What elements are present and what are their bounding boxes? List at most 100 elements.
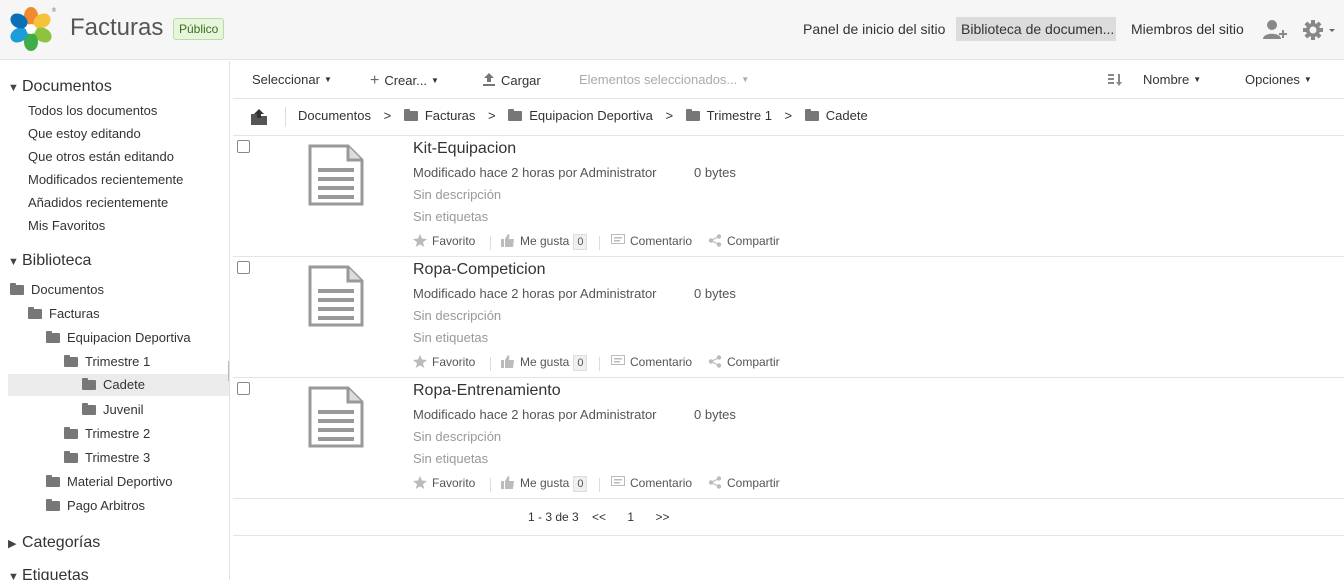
row-checkbox[interactable] [237, 140, 250, 153]
star-icon [413, 234, 427, 247]
previous-page-link[interactable]: << [592, 510, 606, 524]
document-modified: Modificado hace 2 horas por Administrato… [413, 286, 657, 301]
like-button[interactable]: Me gusta 0 [501, 355, 588, 371]
tree-node-facturas[interactable]: Facturas [28, 303, 100, 325]
tree-node-pago-arbitros[interactable]: Pago Arbitros [46, 495, 145, 517]
like-button[interactable]: Me gusta 0 [501, 234, 588, 250]
like-count: 0 [573, 234, 588, 250]
share-button[interactable]: Compartir [708, 476, 780, 490]
row-checkbox[interactable] [237, 261, 250, 274]
document-name-link[interactable]: Ropa-Entrenamiento [413, 382, 561, 400]
nav-document-library[interactable]: Biblioteca de documen... [956, 17, 1116, 41]
star-icon [413, 355, 427, 368]
filter-recently-added[interactable]: Añadidos recientemente [28, 195, 168, 210]
tree-node-trimestre-2[interactable]: Trimestre 2 [64, 423, 150, 445]
folder-icon [82, 403, 96, 415]
document-thumbnail-icon[interactable] [308, 144, 364, 206]
action-divider [599, 478, 600, 492]
selected-items-menu[interactable]: Elementos seleccionados... ▼ [579, 72, 749, 87]
breadcrumb-item-cadete[interactable]: Cadete [804, 108, 868, 123]
like-count: 0 [573, 355, 588, 371]
comment-button[interactable]: Comentario [611, 476, 692, 490]
breadcrumb-path: Documentos > Facturas > Equipacion Depor… [298, 108, 868, 123]
breadcrumb-item-facturas[interactable]: Facturas [403, 108, 475, 123]
comment-label: Comentario [630, 355, 693, 369]
tree-node-label: Juvenil [103, 402, 144, 417]
tree-node-trimestre-1[interactable]: Trimestre 1 [64, 351, 150, 373]
filter-editing-others[interactable]: Que otros están editando [28, 149, 174, 164]
document-thumbnail-icon[interactable] [308, 265, 364, 327]
document-size: 0 bytes [694, 165, 736, 180]
favorite-button[interactable]: Favorito [413, 355, 475, 369]
caret-down-icon: ▼ [1193, 75, 1202, 84]
document-description: Sin descripción [413, 429, 502, 444]
breadcrumb-item-documentos[interactable]: Documentos [298, 108, 371, 123]
comment-icon [611, 234, 625, 244]
tree-node-juvenil[interactable]: Juvenil [82, 399, 143, 421]
tree-node-cadete[interactable]: Cadete [8, 374, 229, 396]
row-checkbox[interactable] [237, 382, 250, 395]
options-menu[interactable]: Opciones ▼ [1245, 72, 1312, 87]
document-name-link[interactable]: Kit-Equipacion [413, 140, 516, 158]
breadcrumb-separator: > [665, 108, 674, 123]
breadcrumb-item-equipacion-deportiva[interactable]: Equipacion Deportiva [508, 108, 653, 123]
categories-section-toggle[interactable]: ▶ Categorías [8, 534, 100, 552]
tags-section-toggle[interactable]: ▼ Etiquetas [8, 567, 89, 580]
nav-site-dashboard[interactable]: Panel de inicio del sitio [803, 17, 945, 41]
filter-recently-modified[interactable]: Modificados recientemente [28, 172, 183, 187]
tree-node-label: Cadete [103, 377, 145, 392]
tree-node-documentos[interactable]: Documentos [10, 279, 104, 301]
document-tags: Sin etiquetas [413, 451, 489, 466]
share-label: Compartir [727, 476, 780, 490]
favorite-label: Favorito [432, 476, 476, 490]
library-section-toggle[interactable]: ▼ Biblioteca [8, 252, 91, 270]
filter-editing-me[interactable]: Que estoy editando [28, 126, 141, 141]
page-number-current[interactable]: 1 [627, 510, 634, 524]
tree-node-label: Trimestre 1 [85, 354, 151, 369]
select-menu[interactable]: Seleccionar ▼ [252, 72, 332, 87]
list-bottom-divider [233, 535, 1344, 536]
favorite-button[interactable]: Favorito [413, 234, 475, 248]
favorite-button[interactable]: Favorito [413, 476, 475, 490]
comment-icon [611, 355, 625, 365]
folder-up-icon[interactable] [250, 108, 268, 126]
breadcrumb-label: Cadete [825, 108, 868, 123]
favorite-label: Favorito [432, 355, 476, 369]
upload-label: Cargar [501, 73, 541, 88]
tree-node-label: Trimestre 3 [85, 450, 151, 465]
share-button[interactable]: Compartir [708, 355, 780, 369]
user-add-icon[interactable] [1262, 18, 1288, 42]
comment-button[interactable]: Comentario [611, 355, 692, 369]
breadcrumb-separator: > [383, 108, 392, 123]
breadcrumb-item-trimestre-1[interactable]: Trimestre 1 [685, 108, 772, 123]
like-button[interactable]: Me gusta 0 [501, 476, 588, 492]
document-row: Kit-Equipacion Modificado hace 2 horas p… [233, 136, 1344, 257]
comment-button[interactable]: Comentario [611, 234, 692, 248]
sort-direction-icon[interactable] [1108, 73, 1124, 90]
like-label: Me gusta [520, 355, 570, 369]
filter-all-documents[interactable]: Todos los documentos [28, 103, 157, 118]
sidebar: ▼ Documentos Todos los documentos Que est… [0, 61, 230, 580]
create-menu[interactable]: + Crear... ▼ [370, 72, 439, 90]
sort-field-menu[interactable]: Nombre ▼ [1143, 72, 1201, 87]
document-name-link[interactable]: Ropa-Competicion [413, 261, 546, 279]
gear-icon[interactable] [1302, 18, 1338, 42]
filter-favourites[interactable]: Mis Favoritos [28, 218, 105, 233]
tree-node-material-deportivo[interactable]: Material Deportivo [46, 471, 173, 493]
sidebar-resize-handle[interactable] [228, 361, 229, 381]
next-page-link[interactable]: >> [655, 510, 669, 524]
create-label: Crear... [384, 73, 427, 88]
action-divider [490, 236, 491, 250]
documents-section-toggle[interactable]: ▼ Documentos [8, 78, 112, 96]
comment-icon [611, 476, 625, 486]
nav-site-members[interactable]: Miembros del sitio [1131, 17, 1244, 41]
document-thumbnail-icon[interactable] [308, 386, 364, 448]
share-button[interactable]: Compartir [708, 234, 780, 248]
tree-node-label: Material Deportivo [67, 474, 173, 489]
upload-button[interactable]: Cargar [482, 72, 541, 88]
alfresco-logo-icon[interactable]: ® [6, 6, 56, 52]
tree-node-equipacion-deportiva[interactable]: Equipacion Deportiva [46, 327, 191, 349]
comment-label: Comentario [630, 476, 693, 490]
tree-node-trimestre-3[interactable]: Trimestre 3 [64, 447, 150, 469]
folder-icon [28, 307, 42, 319]
